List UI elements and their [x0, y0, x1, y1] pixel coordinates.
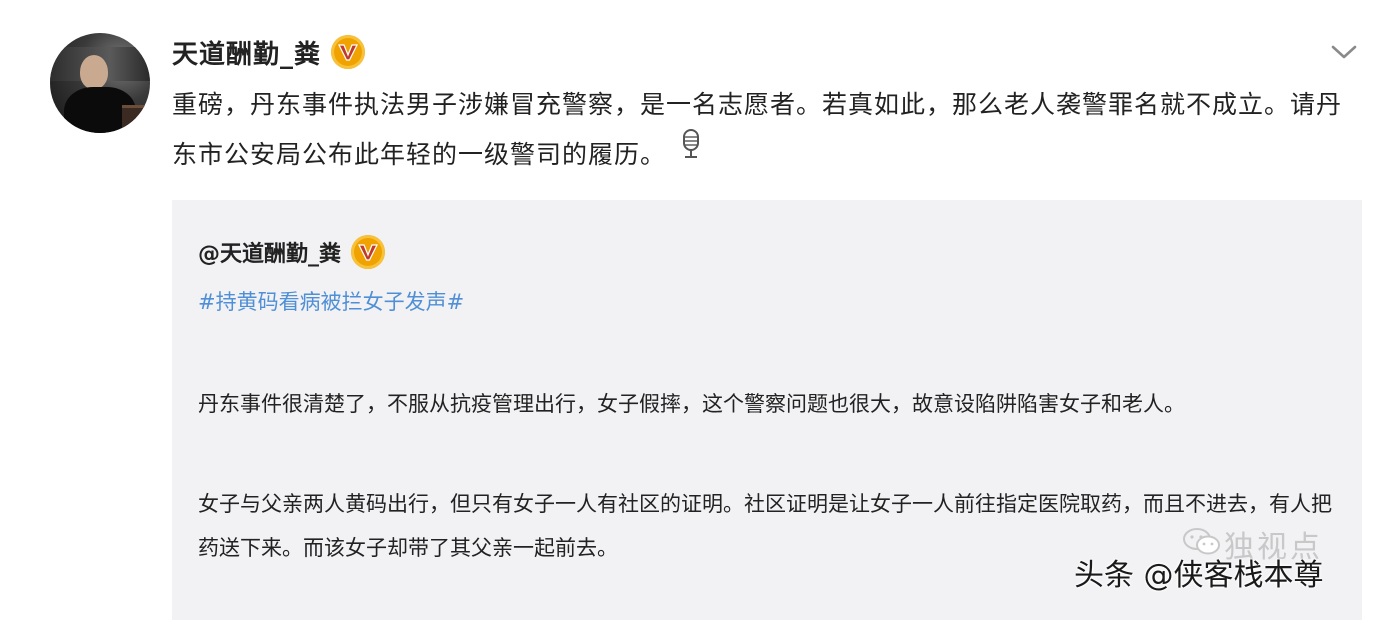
quoted-paragraph: 女子与父亲两人黄码出行，但只有女子一人有社区的证明。社区证明是让女子一人前往指定…: [198, 492, 1332, 560]
user-avatar[interactable]: [50, 33, 150, 133]
post-body: 重磅，丹东事件执法男子涉嫌冒充警察，是一名志愿者。若真如此，那么老人袭警罪名就不…: [172, 80, 1342, 181]
hashtag-link[interactable]: #持黄码看病被拦女子发声#: [198, 282, 464, 322]
microphone-icon[interactable]: [680, 128, 702, 178]
quoted-username[interactable]: @天道酬勤_粪: [198, 236, 341, 268]
post-text: 重磅，丹东事件执法男子涉嫌冒充警察，是一名志愿者。若真如此，那么老人袭警罪名就不…: [172, 90, 1343, 169]
chevron-down-icon[interactable]: [1328, 40, 1360, 64]
post-username[interactable]: 天道酬勤_粪: [172, 34, 321, 71]
quoted-post[interactable]: @天道酬勤_粪 #持黄码看病被拦女子发声# 丹东事件很清楚了，不服从抗疫管理出行…: [172, 200, 1362, 620]
avatar-podium: [122, 105, 150, 133]
verified-badge-icon: [351, 235, 386, 269]
quoted-paragraph: 丹东事件很清楚了，不服从抗疫管理出行，女子假摔，这个警察问题也很大，故意设陷阱陷…: [198, 392, 1185, 416]
verified-badge-icon: [331, 35, 366, 69]
post-header: 天道酬勤_粪: [172, 30, 366, 74]
quoted-post-header: @天道酬勤_粪: [198, 232, 386, 272]
avatar-person-head: [80, 55, 108, 89]
